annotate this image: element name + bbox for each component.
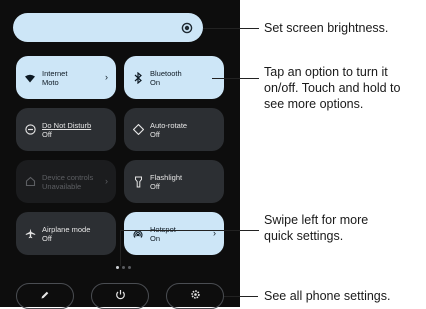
callout-swipe-line: Swipe left for more bbox=[264, 213, 369, 227]
callout-line-swipe bbox=[212, 230, 259, 231]
tile-subtitle: Off bbox=[42, 129, 52, 139]
tile-flashlight[interactable]: Flashlight Off bbox=[124, 160, 224, 203]
page-indicator bbox=[116, 266, 131, 269]
callout-line-swipe-down bbox=[120, 230, 121, 266]
page-dot bbox=[122, 266, 125, 269]
callout-line-tiles bbox=[212, 78, 259, 79]
tile-hotspot[interactable]: Hotspot On › bbox=[124, 212, 224, 255]
settings-button[interactable] bbox=[166, 283, 224, 309]
callout-tap-line: on/off. Touch and hold to bbox=[264, 81, 401, 95]
brightness-slider[interactable] bbox=[13, 13, 203, 42]
callout-tap: Tap an option to turn it on/off. Touch a… bbox=[264, 64, 400, 112]
auto-rotate-icon bbox=[132, 124, 144, 136]
chevron-right-icon[interactable]: › bbox=[100, 177, 108, 186]
settings-gear-icon bbox=[190, 287, 201, 305]
callout-tap-line: Tap an option to turn it bbox=[264, 65, 388, 79]
callout-line-settings bbox=[224, 296, 258, 297]
tile-subtitle: Off bbox=[42, 233, 52, 243]
callout-line-brightness bbox=[203, 28, 259, 29]
tile-title: Hotspot bbox=[150, 224, 176, 234]
power-icon bbox=[115, 287, 126, 305]
tile-title: Bluetooth bbox=[150, 68, 182, 78]
tile-subtitle: On bbox=[150, 77, 161, 87]
tile-subtitle: Moto bbox=[42, 77, 59, 87]
edit-pencil-icon bbox=[40, 287, 50, 305]
tile-internet[interactable]: Internet Moto › bbox=[16, 56, 116, 99]
airplane-icon bbox=[24, 228, 36, 240]
tile-title: Internet bbox=[42, 68, 68, 78]
tile-do-not-disturb[interactable]: Do Not Disturb Off bbox=[16, 108, 116, 151]
tile-subtitle: On bbox=[150, 233, 161, 243]
callout-swipe-line: quick settings. bbox=[264, 229, 344, 243]
bluetooth-icon bbox=[132, 71, 144, 84]
tile-title: Do Not Disturb bbox=[42, 120, 92, 130]
page-dot bbox=[128, 266, 131, 269]
tile-subtitle: Off bbox=[150, 129, 160, 139]
callout-settings: See all phone settings. bbox=[264, 289, 391, 303]
bottom-bar bbox=[16, 283, 224, 309]
page-dot-active bbox=[116, 266, 119, 269]
tile-bluetooth[interactable]: Bluetooth On bbox=[124, 56, 224, 99]
callout-tap-line: see more options. bbox=[264, 97, 364, 111]
callout-swipe: Swipe left for more quick settings. bbox=[264, 212, 368, 244]
home-icon bbox=[24, 176, 36, 188]
flashlight-icon bbox=[132, 176, 144, 188]
callout-line-swipe-horizontal bbox=[120, 230, 212, 231]
do-not-disturb-icon bbox=[24, 124, 36, 136]
tile-airplane-mode[interactable]: Airplane mode Off bbox=[16, 212, 116, 255]
tile-title: Device controls bbox=[42, 172, 94, 182]
callout-brightness: Set screen brightness. bbox=[264, 21, 389, 35]
tile-title: Auto-rotate bbox=[150, 120, 188, 130]
brightness-sun-icon bbox=[179, 20, 194, 35]
tile-subtitle: Unavailable bbox=[42, 181, 82, 191]
edit-button[interactable] bbox=[16, 283, 74, 309]
tile-auto-rotate[interactable]: Auto-rotate Off bbox=[124, 108, 224, 151]
power-button[interactable] bbox=[91, 283, 149, 309]
wifi-icon bbox=[24, 72, 36, 84]
tile-title: Flashlight bbox=[150, 172, 183, 182]
tile-device-controls[interactable]: Device controls Unavailable › bbox=[16, 160, 116, 203]
tile-subtitle: Off bbox=[150, 181, 160, 191]
chevron-right-icon[interactable]: › bbox=[100, 73, 108, 82]
tile-title: Airplane mode bbox=[42, 224, 91, 234]
